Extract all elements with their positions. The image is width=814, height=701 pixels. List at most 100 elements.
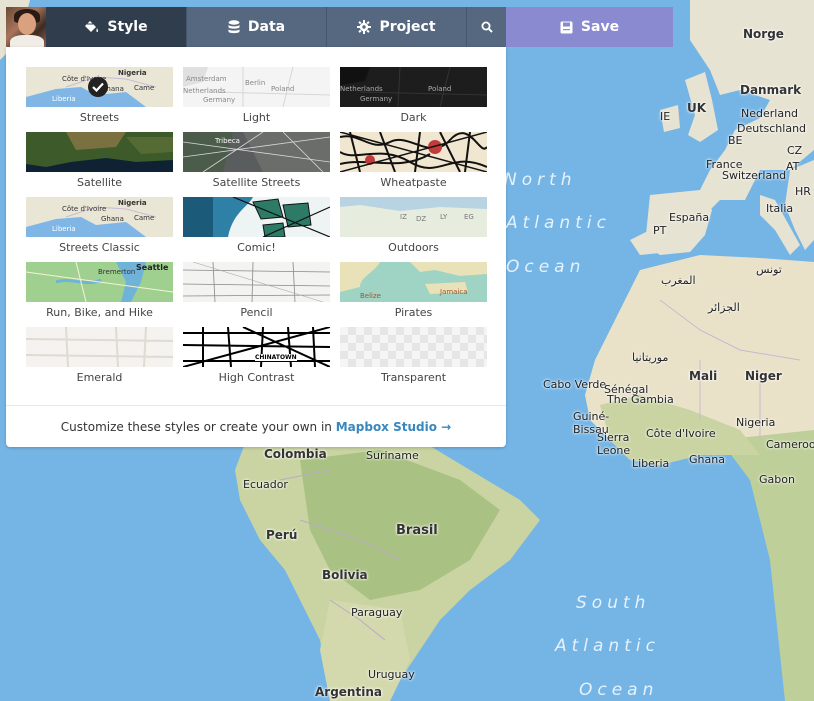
map-label: Italia: [766, 202, 794, 215]
style-thumbnail: IZ DZ LY EG: [340, 197, 487, 237]
map-label: Brasil: [396, 523, 438, 538]
style-option-satellite[interactable]: Satellite: [26, 132, 173, 189]
save-label: Save: [580, 19, 620, 35]
map-label: Nigeria: [736, 416, 776, 429]
style-option-high-contrast[interactable]: CHINATOWN High Contrast: [183, 327, 330, 384]
style-label: Satellite: [76, 176, 123, 189]
style-option-run-bike-hike[interactable]: Seattle Bremerton Run, Bike, and Hike: [26, 262, 173, 319]
ocean-label: North: [504, 170, 577, 190]
map-label: CZ: [787, 144, 803, 157]
style-option-streets-classic[interactable]: Nigeria Côte d'Ivoire Ghana Liberia Came…: [26, 197, 173, 254]
style-label: Wheatpaste: [380, 176, 447, 189]
map-label: Nederland: [741, 107, 799, 120]
map-label: Ecuador: [243, 478, 288, 491]
map-label: Switzerland: [722, 169, 787, 182]
style-option-satellite-streets[interactable]: Tribeca Satellite Streets: [183, 132, 330, 189]
paint-bucket-icon: [84, 20, 99, 34]
style-thumbnail: Nigeria Côte d'Ivoire Ghana Liberia Came: [26, 197, 173, 237]
map-label: Norge: [743, 27, 784, 41]
style-thumbnail: Belize Jamaica: [340, 262, 487, 302]
map-label: HR: [795, 185, 811, 198]
style-label: Streets: [79, 111, 120, 124]
style-label: Transparent: [380, 371, 447, 384]
ocean-label: Ocean: [579, 680, 659, 700]
map-label: الجزائر: [708, 301, 740, 314]
style-thumbnail: Seattle Bremerton: [26, 262, 173, 302]
map-label: Liberia: [632, 457, 670, 470]
map-label: تونس: [756, 263, 782, 276]
tab-label: Project: [379, 19, 436, 35]
style-label: Dark: [400, 111, 427, 124]
style-label: Pencil: [240, 306, 273, 319]
toolbar: Style Data Project Save: [6, 7, 673, 47]
search-icon: [481, 21, 493, 33]
style-option-emerald[interactable]: Emerald: [26, 327, 173, 384]
style-grid: Nigeria Côte d'Ivoire Ghana Liberia Came…: [26, 67, 487, 384]
tab-style[interactable]: Style: [46, 7, 186, 47]
style-label: Comic!: [237, 241, 276, 254]
map-label: España: [669, 211, 710, 224]
style-option-streets[interactable]: Nigeria Côte d'Ivoire Ghana Liberia Came…: [26, 67, 173, 124]
style-option-light[interactable]: Amsterdam Berlin Netherlands Poland Germ…: [183, 67, 330, 124]
style-thumbnail: [26, 327, 173, 367]
map-label: Argentina: [315, 685, 382, 699]
save-button[interactable]: Save: [506, 7, 673, 47]
map-label: Sierra Leone: [597, 431, 631, 457]
style-panel-footer: Customize these styles or create your ow…: [6, 405, 506, 447]
map-label: Gabon: [759, 473, 795, 486]
style-label: Run, Bike, and Hike: [46, 306, 153, 319]
map-label: المغرب: [661, 274, 696, 287]
avatar[interactable]: [6, 7, 46, 47]
map-label: Mali: [689, 369, 718, 383]
ocean-label: South: [576, 593, 651, 613]
style-thumbnail: CHINATOWN: [183, 327, 330, 367]
style-thumbnail: [26, 132, 173, 172]
map-label: Colombia: [264, 447, 327, 461]
style-thumbnail: Nigeria Côte d'Ivoire Ghana Liberia Came: [26, 67, 173, 107]
tab-project[interactable]: Project: [326, 7, 466, 47]
save-icon: [560, 21, 573, 34]
tab-data[interactable]: Data: [186, 7, 326, 47]
map-label: Suriname: [366, 449, 419, 462]
tab-label: Style: [107, 19, 148, 35]
mapbox-studio-link[interactable]: Mapbox Studio →: [336, 420, 452, 434]
style-label: Outdoors: [388, 241, 439, 254]
map-label: AT: [786, 160, 800, 173]
style-thumbnail: [340, 327, 487, 367]
map-label: Cabo Verde: [543, 378, 607, 391]
style-label: High Contrast: [218, 371, 295, 384]
map-label: PT: [653, 224, 667, 237]
style-option-pirates[interactable]: Belize Jamaica Pirates: [340, 262, 487, 319]
style-thumbnail: Amsterdam Berlin Netherlands Poland Germ…: [183, 67, 330, 107]
map-label: Bolivia: [322, 568, 368, 582]
style-option-comic[interactable]: Comic!: [183, 197, 330, 254]
style-option-wheatpaste[interactable]: Wheatpaste: [340, 132, 487, 189]
map-label: Paraguay: [351, 606, 403, 619]
map-label: Deutschland: [737, 122, 807, 135]
style-label: Streets Classic: [59, 241, 140, 254]
map-label: IE: [660, 110, 671, 123]
tab-label: Data: [247, 19, 286, 35]
style-option-transparent[interactable]: Transparent: [340, 327, 487, 384]
style-panel: Nigeria Côte d'Ivoire Ghana Liberia Came…: [6, 47, 506, 447]
ocean-label: Ocean: [506, 257, 586, 277]
style-option-dark[interactable]: Netherlands Poland Germany Dark: [340, 67, 487, 124]
style-option-outdoors[interactable]: IZ DZ LY EG Outdoors: [340, 197, 487, 254]
map-label: Danmark: [740, 83, 802, 97]
style-label: Pirates: [394, 306, 433, 319]
map-label: Ghana: [689, 453, 725, 466]
search-button[interactable]: [466, 7, 506, 47]
style-thumbnail: [183, 197, 330, 237]
ocean-label: Atlantic: [555, 636, 660, 656]
style-label: Light: [242, 111, 271, 124]
style-thumbnail: Netherlands Poland Germany: [340, 67, 487, 107]
style-thumbnail: Tribeca: [183, 132, 330, 172]
database-icon: [228, 20, 240, 34]
selected-check-icon: [88, 77, 108, 97]
gear-icon: [357, 20, 372, 34]
footer-text: Customize these styles or create your ow…: [60, 420, 332, 434]
map-label: Perú: [266, 528, 298, 542]
map-label: BE: [728, 134, 743, 147]
style-option-pencil[interactable]: Pencil: [183, 262, 330, 319]
ocean-label: Atlantic: [506, 213, 611, 233]
